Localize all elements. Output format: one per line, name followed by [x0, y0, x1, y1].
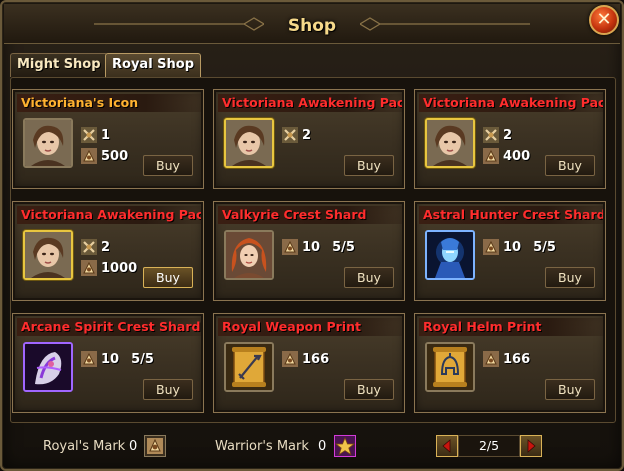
cost-row: 166 [483, 350, 530, 368]
warrior-mark-label: Warrior's Mark [215, 439, 309, 454]
cost-row: 10 5/5 [483, 238, 556, 256]
close-button[interactable]: ✕ [589, 5, 619, 35]
cost-amount: 500 [101, 148, 129, 164]
window-title: Shop [287, 16, 337, 36]
item-title: Valkyrie Crest Shard [218, 206, 402, 224]
warrior-mark-icon [483, 127, 499, 143]
shop-item-card: Victoriana Awakening Pack 2 400 Buy [414, 89, 606, 189]
victoriana-portrait-icon[interactable] [224, 118, 274, 168]
arrow-left-icon [442, 439, 451, 453]
royal-mark-icon [483, 351, 499, 367]
cost-row: 500 [81, 147, 128, 165]
buy-button[interactable]: Buy [344, 155, 394, 176]
item-title: Royal Helm Print [419, 318, 603, 336]
royal-mark-icon [282, 239, 298, 255]
weapon-scroll-icon[interactable] [224, 342, 274, 392]
stock-count: 5/5 [131, 351, 154, 367]
close-icon: ✕ [596, 9, 612, 30]
shop-item-card: Astral Hunter Crest Shard 10 5/5 Buy [414, 201, 606, 301]
cost-row: 2 [483, 126, 512, 144]
royal-mark-count: 0 [129, 439, 138, 454]
item-title: Arcane Spirit Crest Shard [17, 318, 201, 336]
arrow-right-icon [527, 439, 536, 453]
royal-mark-icon [81, 351, 97, 367]
cost-row: 10 5/5 [282, 238, 355, 256]
royal-mark-icon [81, 260, 97, 276]
buy-button[interactable]: Buy [143, 267, 193, 288]
royal-mark-icon [282, 351, 298, 367]
cost-row: 166 [282, 350, 329, 368]
arcane-spirit-portrait-icon[interactable] [23, 342, 73, 392]
royal-mark-icon [81, 148, 97, 164]
tab-might-shop[interactable]: Might Shop [10, 53, 108, 77]
cost-amount: 10 [503, 239, 522, 255]
cost-row: 1 [81, 126, 110, 144]
shop-item-card: Royal Helm Print 166 Buy [414, 313, 606, 413]
page-indicator: 2/5 [458, 435, 520, 457]
victoriana-portrait-icon[interactable] [23, 230, 73, 280]
cost-row: 10 5/5 [81, 350, 154, 368]
stock-count: 5/5 [533, 239, 556, 255]
cost-row: 400 [483, 147, 530, 165]
buy-button[interactable]: Buy [545, 155, 595, 176]
buy-button[interactable]: Buy [344, 379, 394, 400]
item-title: Astral Hunter Crest Shard [419, 206, 603, 224]
royal-mark-icon [144, 435, 166, 457]
shop-item-card: Arcane Spirit Crest Shard 10 5/5 Buy [12, 313, 204, 413]
shop-item-card: Victoriana Awakening Pack 2 1000 Buy [12, 201, 204, 301]
royal-mark-icon [483, 148, 499, 164]
title-bar: Shop [4, 4, 620, 44]
royal-mark-icon [483, 239, 499, 255]
shop-item-card: Valkyrie Crest Shard 10 5/5 Buy [213, 201, 405, 301]
item-title: Royal Weapon Print [218, 318, 402, 336]
cost-amount: 1 [101, 127, 111, 143]
cost-amount: 2 [503, 127, 513, 143]
buy-button[interactable]: Buy [545, 379, 595, 400]
item-title: Victoriana Awakening Pack [17, 206, 201, 224]
buy-button[interactable]: Buy [344, 267, 394, 288]
cost-amount: 10 [302, 239, 321, 255]
item-title: Victoriana Awakening Pack [419, 94, 603, 112]
cost-amount: 2 [101, 239, 111, 255]
item-title: Victoriana's Icon [17, 94, 201, 112]
cost-row: 2 [282, 126, 311, 144]
warrior-mark-icon [282, 127, 298, 143]
cost-row: 2 [81, 238, 110, 256]
stock-count: 5/5 [332, 239, 355, 255]
shop-item-card: Royal Weapon Print 166 Buy [213, 313, 405, 413]
buy-button[interactable]: Buy [545, 267, 595, 288]
astral-hunter-portrait-icon[interactable] [425, 230, 475, 280]
valkyrie-portrait-icon[interactable] [224, 230, 274, 280]
next-page-button[interactable] [520, 435, 542, 457]
buy-button[interactable]: Buy [143, 379, 193, 400]
victoriana-portrait-icon[interactable] [23, 118, 73, 168]
tab-royal-shop[interactable]: Royal Shop [105, 53, 202, 77]
warrior-mark-icon [81, 127, 97, 143]
victoriana-portrait-icon[interactable] [425, 118, 475, 168]
item-title: Victoriana Awakening Pack [218, 94, 402, 112]
royal-mark-label: Royal's Mark [43, 439, 126, 454]
warrior-mark-icon [81, 239, 97, 255]
cost-amount: 166 [302, 351, 330, 367]
shop-item-card: Victoriana Awakening Pack 2 Buy [213, 89, 405, 189]
prev-page-button[interactable] [436, 435, 458, 457]
warrior-mark-icon [334, 435, 356, 457]
shop-item-card: Victoriana's Icon 1 500 Buy [12, 89, 204, 189]
cost-amount: 10 [101, 351, 120, 367]
warrior-mark-count: 0 [318, 439, 327, 454]
cost-amount: 2 [302, 127, 312, 143]
helm-scroll-icon[interactable] [425, 342, 475, 392]
cost-amount: 166 [503, 351, 531, 367]
cost-amount: 400 [503, 148, 531, 164]
buy-button[interactable]: Buy [143, 155, 193, 176]
cost-amount: 1000 [101, 260, 138, 276]
cost-row: 1000 [81, 259, 137, 277]
